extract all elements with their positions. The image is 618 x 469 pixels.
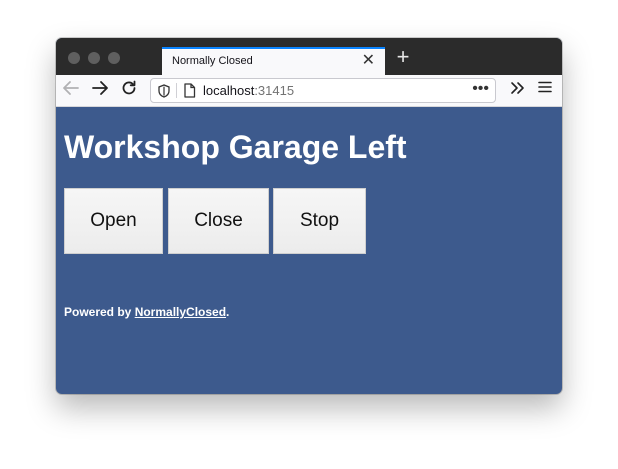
forward-arrow-icon[interactable] xyxy=(89,79,111,101)
close-button[interactable]: Close xyxy=(168,188,269,254)
tab-title: Normally Closed xyxy=(172,55,253,67)
url-text[interactable]: localhost:31415 xyxy=(203,83,294,98)
url-host: localhost xyxy=(203,83,255,98)
page-content: Workshop Garage Left Open Close Stop Pow… xyxy=(56,107,562,394)
reload-icon[interactable] xyxy=(118,79,140,101)
url-port: :31415 xyxy=(254,83,295,98)
url-separator xyxy=(176,83,177,98)
open-button[interactable]: Open xyxy=(64,188,163,254)
page-title: Workshop Garage Left xyxy=(64,129,407,165)
stop-button[interactable]: Stop xyxy=(273,188,366,254)
browser-tab[interactable]: Normally Closed ✕ xyxy=(162,47,385,75)
page-icon[interactable] xyxy=(183,83,196,103)
window-zoom-control[interactable] xyxy=(108,52,120,64)
more-dots-icon[interactable]: ••• xyxy=(472,80,489,98)
back-arrow-icon[interactable] xyxy=(60,79,82,101)
close-icon[interactable]: ✕ xyxy=(362,51,375,71)
window-minimize-control[interactable] xyxy=(88,52,100,64)
normallyclosed-link[interactable]: NormallyClosed xyxy=(135,305,226,319)
hamburger-menu-icon[interactable] xyxy=(534,79,556,101)
address-bar[interactable]: localhost:31415 ••• xyxy=(150,78,496,103)
footer: Powered by NormallyClosed. xyxy=(64,305,229,319)
footer-prefix: Powered by xyxy=(64,305,135,319)
overflow-chevrons-icon[interactable] xyxy=(506,79,528,101)
navigation-toolbar: localhost:31415 ••• xyxy=(56,75,562,107)
window-close-control[interactable] xyxy=(68,52,80,64)
browser-window: Normally Closed ✕ + localhost:31415 ••• xyxy=(56,38,562,394)
title-bar: Normally Closed ✕ + xyxy=(56,38,562,75)
plus-icon[interactable]: + xyxy=(393,46,413,68)
shield-icon[interactable] xyxy=(158,84,170,103)
footer-suffix: . xyxy=(226,305,230,319)
